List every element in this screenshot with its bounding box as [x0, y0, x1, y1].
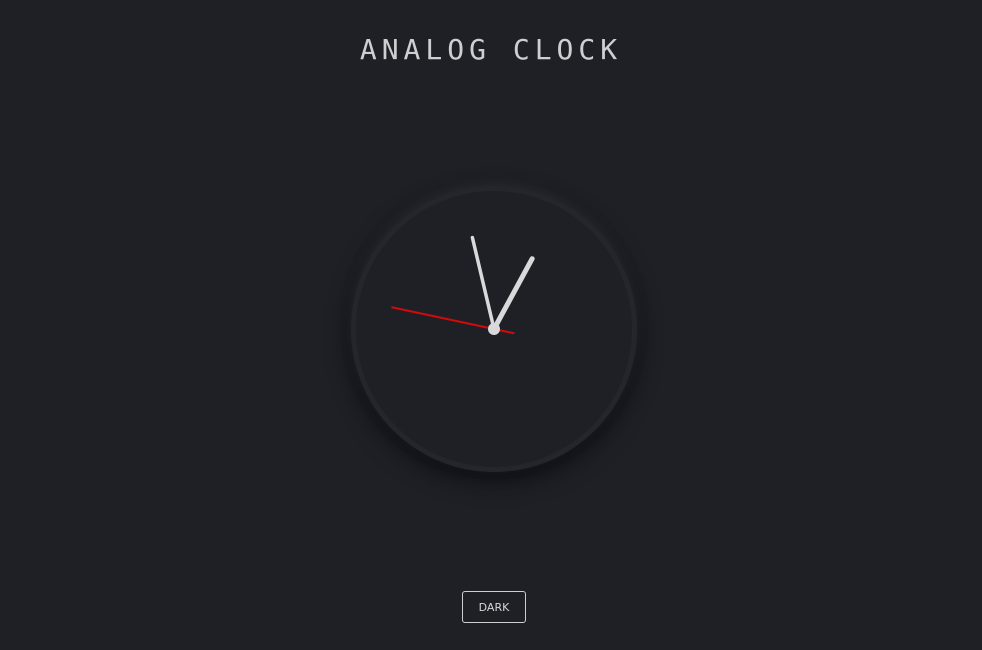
theme-toggle-button[interactable]: DARK: [462, 591, 526, 623]
pivot-cap-icon: [488, 323, 500, 335]
minute-hand: [470, 235, 496, 331]
clock-dial: [391, 235, 535, 335]
page-title: ANALOG CLOCK: [359, 33, 623, 66]
hour-hand: [491, 256, 535, 332]
clock-face: [351, 186, 637, 472]
